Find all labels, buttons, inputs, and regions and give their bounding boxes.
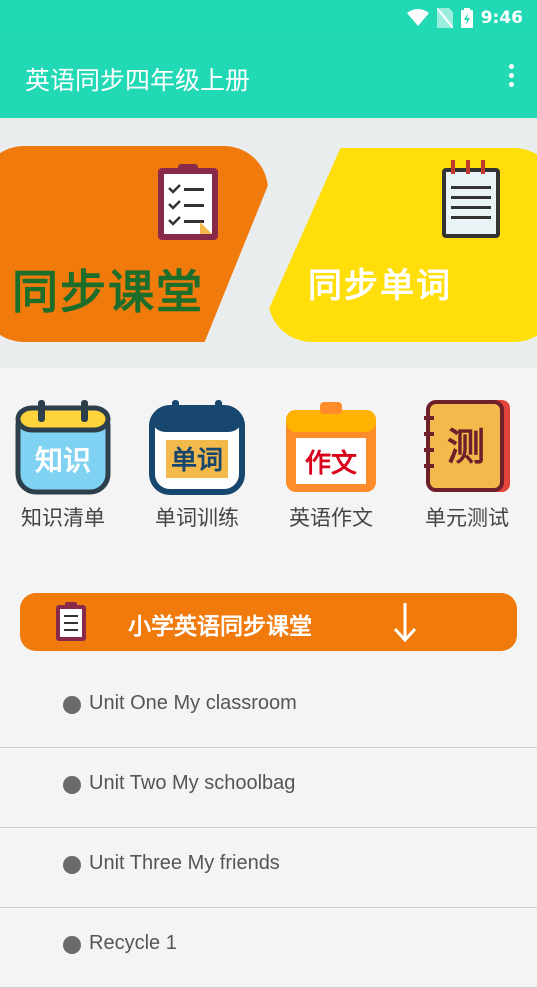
menu-icon-text: 作文 <box>305 448 358 479</box>
menu-item-label: 英语作文 <box>289 506 373 530</box>
clipboard-icon <box>158 164 218 240</box>
status-time: 9:46 <box>480 8 523 28</box>
list-item[interactable]: Unit Two My schoolbag <box>0 748 537 828</box>
list-item-label: Unit Two My schoolbag <box>89 772 296 794</box>
battery-charging-icon <box>460 8 473 28</box>
menu-item-label: 知识清单 <box>21 506 105 530</box>
section-header: 小学英语同步课堂 <box>20 593 517 651</box>
menu-icon-text: 单词 <box>171 446 223 476</box>
bullet-icon <box>63 936 81 954</box>
bullet-icon <box>63 776 81 794</box>
dot-icon <box>508 73 514 78</box>
list-item-label: Unit Three My friends <box>89 852 280 874</box>
list-item[interactable]: Recycle 1 <box>0 908 537 988</box>
dot-icon <box>508 64 514 69</box>
calendar-words-icon: 单词 <box>149 400 245 495</box>
calendar-knowledge-icon: 知识 <box>15 400 111 495</box>
list-item-label: Unit One My classroom <box>89 692 297 714</box>
feature-banner: 同步课堂 同步单词 <box>0 118 537 368</box>
sync-class-label: 同步课堂 <box>12 265 204 319</box>
list-item-label: Recycle 1 <box>89 932 177 954</box>
notepad-icon <box>442 160 500 238</box>
dot-icon <box>508 82 514 87</box>
section-title: 小学英语同步课堂 <box>128 614 312 640</box>
menu-item-essay[interactable]: 作文 英语作文 <box>276 398 386 532</box>
bullet-icon <box>63 856 81 874</box>
feature-menu: 知识 知识清单 单词 单词训练 作文 英语作文 测 单元测试 <box>0 368 537 568</box>
clipboard-icon <box>56 602 86 641</box>
menu-item-knowledge[interactable]: 知识 知识清单 <box>8 398 118 532</box>
unit-list: Unit One My classroom Unit Two My school… <box>0 668 537 988</box>
page-title: 英语同步四年级上册 <box>25 66 251 95</box>
overflow-menu-button[interactable] <box>505 64 517 94</box>
no-sim-icon <box>436 8 453 28</box>
menu-icon-text: 知识 <box>35 444 91 477</box>
menu-item-label: 单词训练 <box>155 506 239 530</box>
arrow-down-icon <box>393 603 417 643</box>
status-bar: 9:46 <box>0 0 537 40</box>
book-test-icon: 测 <box>424 400 510 492</box>
app-bar: 英语同步四年级上册 <box>0 40 537 118</box>
menu-icon-text: 测 <box>447 425 485 469</box>
menu-item-words[interactable]: 单词 单词训练 <box>142 398 252 532</box>
bullet-icon <box>63 696 81 714</box>
wifi-icon <box>406 9 429 26</box>
list-item[interactable]: Unit One My classroom <box>0 668 537 748</box>
list-item[interactable]: Unit Three My friends <box>0 828 537 908</box>
calendar-essay-icon: 作文 <box>286 402 376 492</box>
menu-item-test[interactable]: 测 单元测试 <box>412 398 522 532</box>
status-icons: 9:46 <box>406 8 523 28</box>
menu-item-label: 单元测试 <box>425 506 509 530</box>
sync-words-label: 同步单词 <box>308 266 452 306</box>
